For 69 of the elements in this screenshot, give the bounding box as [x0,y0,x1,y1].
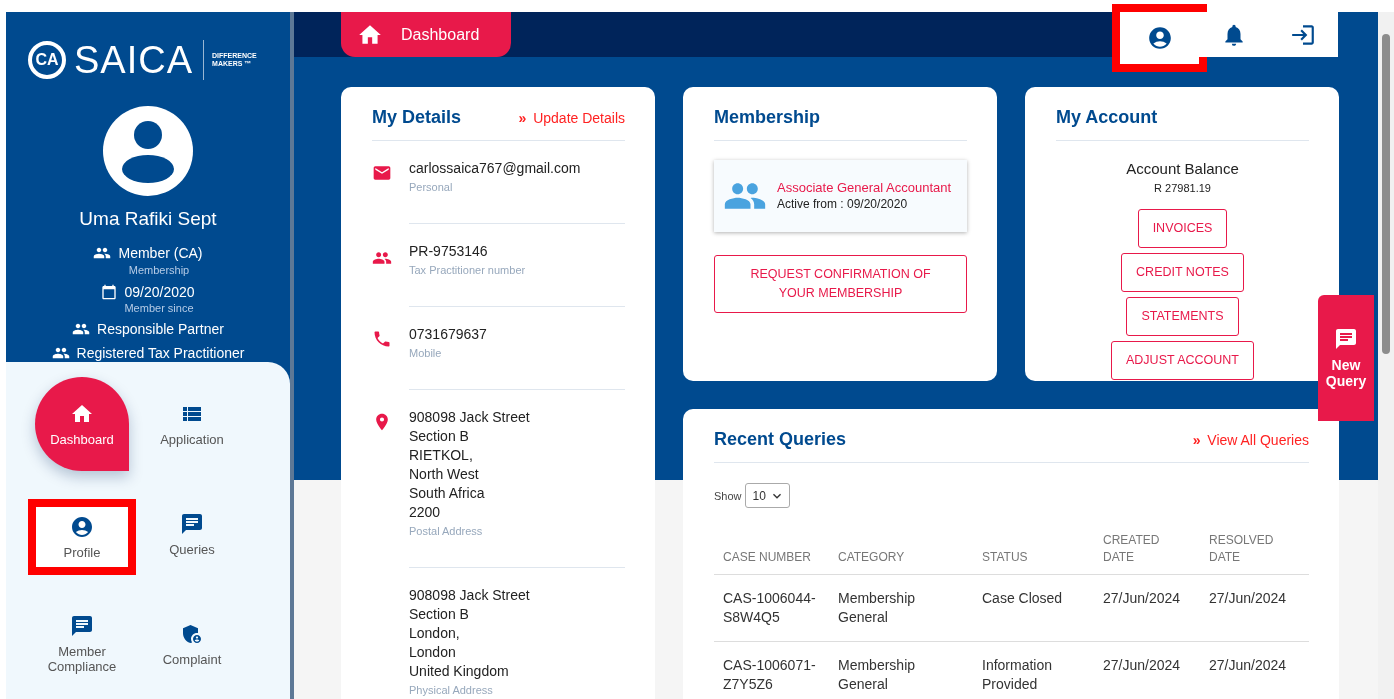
column-header: CREATED DATE [1094,524,1200,575]
table-cell: Information Provided [973,641,1094,699]
profile-fact: 09/20/2020 [124,284,195,300]
detail-caption: Physical Address [409,684,494,696]
scrollbar[interactable] [1378,12,1394,699]
table-cell: CAS-1006044-S8W4Q5 [714,574,829,642]
column-header: CATEGORY [829,524,973,575]
table-cell: 27/Jun/2024 [1094,641,1200,699]
card-title: My Account [1056,107,1158,128]
nav-item[interactable]: Application [145,377,239,471]
dashboard-tab[interactable]: Dashboard [341,12,511,57]
show-label: Show [714,489,742,502]
detail-value: PR-9753146 [409,242,489,261]
logo-mark: CA [28,41,66,79]
card-title: Recent Queries [714,429,847,450]
balance-amount: R 27981.19 [1154,182,1211,194]
detail-caption: Tax Practitioner number [409,264,527,276]
column-header: CASE NUMBER [714,524,829,575]
nav-item[interactable]: Complaint [145,597,239,691]
scrollbar-thumb[interactable] [1382,34,1390,354]
chat-icon [180,511,204,536]
mail-icon [372,163,392,183]
column-header: RESOLVED DATE [1200,524,1309,575]
detail-value: carlossaica767@gmail.com [409,159,582,178]
table-cell: 27/Jun/2024 [1094,574,1200,642]
card-title: My Details [372,107,462,128]
chat-icon [70,614,94,638]
new-query-button[interactable]: New Query [1318,295,1374,421]
table-cell: Membership General [829,574,973,642]
chat-icon [1334,327,1358,351]
user-name: Uma Rafiki Sept [79,208,217,230]
account-button[interactable]: INVOICES [1137,209,1228,248]
account-button[interactable]: STATEMENTS [1126,297,1239,336]
profile-fact: Member (CA) [118,245,203,261]
view-all-queries-link[interactable]: » View All Queries [1192,432,1309,448]
update-details-link[interactable]: » Update Details [518,110,625,126]
membership-name: Associate General Accountant [777,181,952,195]
profile-icon [1146,24,1173,51]
detail-value: 908098 Jack Street Section B RIETKOL, North West South Africa 2200 [409,408,531,522]
phone-icon [372,329,392,349]
table-cell: Membership General [829,641,973,699]
nav-item[interactable]: Member Compliance [35,597,129,691]
profile-fact: Responsible Partner [97,321,224,337]
balance-label: Account Balance [1126,160,1239,177]
table-cell: 27/Jun/2024 [1200,574,1309,642]
detail-caption: Mobile [409,347,443,359]
account-button[interactable]: ADJUST ACCOUNT [1111,341,1254,380]
profile-icon [70,514,94,539]
detail-value: 908098 Jack Street Section B London, London United Kingdom [409,586,531,681]
calendar-icon [101,284,118,300]
detail-caption: Postal Address [409,525,484,537]
nav-item[interactable]: Queries [145,487,239,581]
fact-caption: Member since [123,302,194,314]
tab-label: Dashboard [401,25,480,44]
table-cell: Case Closed [973,574,1094,642]
detail-value: 0731679637 [409,325,488,344]
membership-active-date: Active from : 09/20/2020 [777,197,909,211]
nav-item[interactable]: Dashboard [35,377,129,471]
page-size-select[interactable]: 10 [744,483,790,508]
profile-fact: Registered Tax Practitioner [76,345,245,361]
card-title: Membership [714,107,821,128]
request-confirmation-button[interactable]: REQUEST CONFIRMATION OF YOUR MEMBERSHIP [714,255,967,313]
column-header: STATUS [973,524,1094,575]
table-cell: CAS-1006071-Z7Y5Z6 [714,641,829,699]
table-cell: 27/Jun/2024 [1200,641,1309,699]
logo-text: SAICA [74,40,205,80]
fact-caption: Membership [127,264,190,276]
account-button[interactable]: CREDIT NOTES [1121,253,1244,292]
detail-caption: Personal [409,181,454,193]
